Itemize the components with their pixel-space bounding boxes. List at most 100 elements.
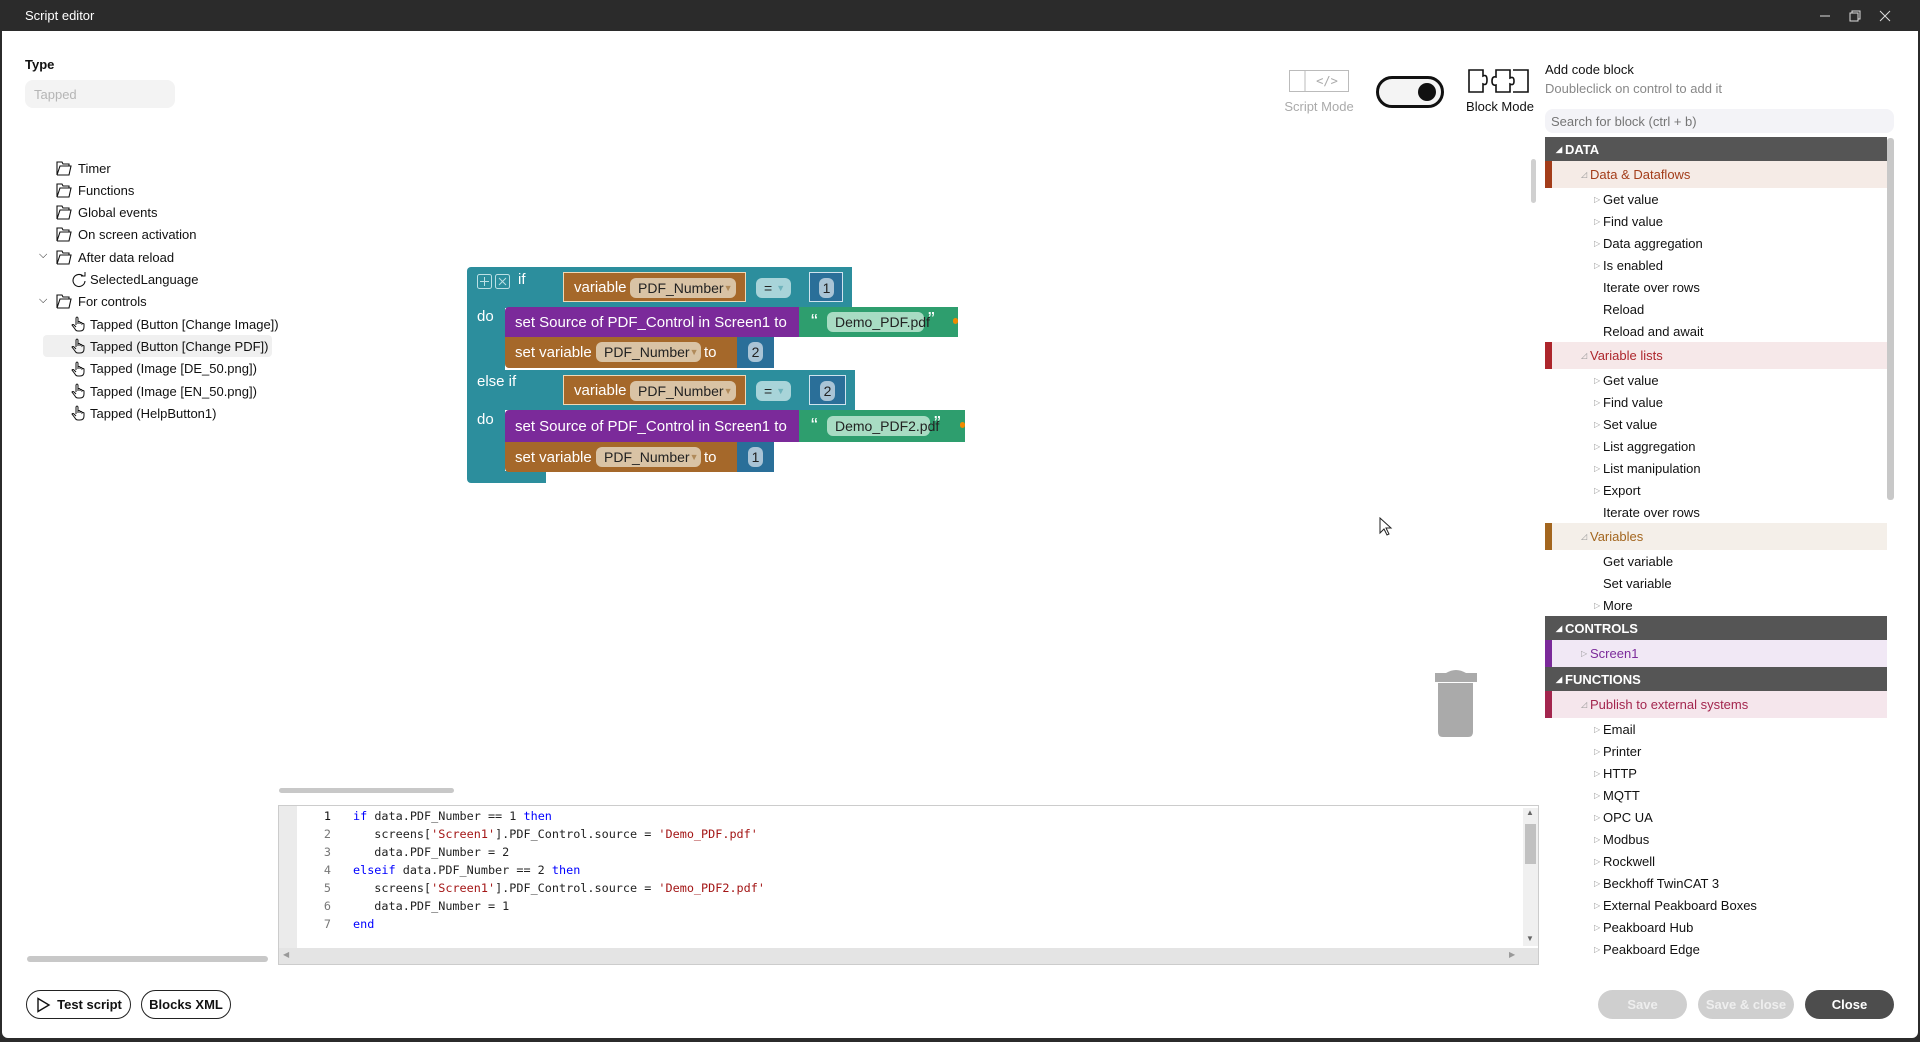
palette-category[interactable]: ◿ Variable lists [1545, 342, 1887, 369]
close-button[interactable]: Close [1805, 990, 1894, 1019]
code-line[interactable]: 4 elseif data.PDF_Number == 2 then [295, 861, 1515, 879]
palette-item[interactable]: Iterate over rows [1545, 501, 1887, 523]
palette-category[interactable]: ◿ Data & Dataflows [1545, 161, 1887, 188]
code-line[interactable]: 7 end [295, 915, 1515, 933]
close-window-button[interactable] [1870, 0, 1900, 31]
tree-item[interactable]: Tapped (Image [EN_50.png]) [71, 380, 257, 402]
palette-item[interactable]: ▷ Printer [1545, 740, 1887, 762]
number-value[interactable]: 1 [748, 447, 763, 467]
palette-item[interactable]: ▷ Find value [1545, 210, 1887, 232]
scroll-right-icon[interactable]: ▶ [1509, 950, 1515, 959]
variable-dropdown[interactable]: PDF_Number ▼ [630, 278, 736, 298]
operator-dropdown[interactable]: = ▼ [756, 278, 791, 298]
palette-item[interactable]: Reload [1545, 298, 1887, 320]
set-source-block[interactable]: set Source of PDF_Control in Screen1 to [505, 410, 799, 442]
palette-item[interactable]: ▷ MQTT [1545, 784, 1887, 806]
editor-horizontal-scrollbar[interactable]: ◀ ▶ [279, 948, 1538, 964]
palette-item[interactable]: Iterate over rows [1545, 276, 1887, 298]
tree-item[interactable]: After data reload [56, 246, 174, 268]
tree-item[interactable]: For controls [56, 291, 147, 313]
block-search-input[interactable] [1545, 109, 1894, 133]
text-value[interactable]: Demo_PDF.pdf [827, 312, 930, 332]
canvas-horizontal-scrollbar[interactable] [279, 788, 454, 793]
scroll-thumb[interactable] [1525, 824, 1536, 864]
palette-item[interactable]: ▷ Peakboard Edge [1545, 938, 1887, 960]
text-value[interactable]: Demo_PDF2.pdf [827, 416, 939, 436]
chevron-down-icon[interactable]: ⌵ [39, 249, 47, 262]
blocks-xml-button[interactable]: Blocks XML [141, 990, 231, 1019]
palette-item[interactable]: ▷ OPC UA [1545, 806, 1887, 828]
variable-dropdown[interactable]: PDF_Number ▼ [596, 342, 701, 362]
palette-item[interactable]: ▷ Is enabled [1545, 254, 1887, 276]
palette-item[interactable]: ▷ HTTP [1545, 762, 1887, 784]
scroll-left-icon[interactable]: ◀ [283, 950, 289, 959]
palette-section[interactable]: ◢ CONTROLS [1545, 616, 1887, 640]
palette-item[interactable]: ▷ External Peakboard Boxes [1545, 894, 1887, 916]
code-line[interactable]: 5 screens['Screen1'].PDF_Control.source … [295, 879, 1515, 897]
palette-item[interactable]: ▷ Beckhoff TwinCAT 3 [1545, 872, 1887, 894]
set-source-block[interactable]: set Source of PDF_Control in Screen1 to [505, 307, 799, 337]
number-value[interactable]: 2 [820, 381, 835, 401]
script-mode-icon[interactable]: </> [1289, 70, 1349, 92]
mutator-icons[interactable] [477, 274, 511, 290]
save-and-close-button[interactable]: Save & close [1698, 990, 1794, 1019]
palette-item[interactable]: ▷ Get value [1545, 369, 1887, 391]
tree-item[interactable]: Global events [56, 202, 158, 224]
tree-item[interactable]: Timer [56, 157, 111, 179]
restore-button[interactable] [1840, 0, 1870, 31]
editor-vertical-scrollbar[interactable]: ▲ ▼ [1523, 808, 1538, 946]
canvas-vertical-scrollbar[interactable] [1531, 159, 1536, 203]
operator-dropdown[interactable]: = ▼ [756, 381, 791, 401]
palette-item[interactable]: ▷ List manipulation [1545, 457, 1887, 479]
palette-section[interactable]: ◢ DATA [1545, 137, 1887, 161]
code-line[interactable]: 6 data.PDF_Number = 1 [295, 897, 1515, 915]
code-line[interactable]: 1 if data.PDF_Number == 1 then [295, 807, 1515, 825]
palette-item[interactable]: ▷ Get value [1545, 188, 1887, 210]
number-value[interactable]: 1 [819, 278, 834, 298]
scroll-up-icon[interactable]: ▲ [1526, 808, 1534, 817]
number-value[interactable]: 2 [748, 342, 763, 362]
palette-scrollbar[interactable] [1887, 138, 1894, 500]
palette-item[interactable]: ▷ Modbus [1545, 828, 1887, 850]
palette-item[interactable]: ▷ List aggregation [1545, 435, 1887, 457]
mode-toggle[interactable] [1376, 76, 1444, 108]
tree-item[interactable]: Tapped (Button [Change PDF]) [43, 335, 272, 358]
tree-item[interactable]: On screen activation [56, 224, 197, 246]
palette-item[interactable]: ▷ Peakboard Hub [1545, 916, 1887, 938]
scroll-down-icon[interactable]: ▼ [1526, 934, 1534, 943]
minimize-button[interactable] [1810, 0, 1840, 31]
code-editor[interactable]: 1 if data.PDF_Number == 1 then 2 screens['… [278, 805, 1539, 965]
palette-item[interactable]: ▷ Export [1545, 479, 1887, 501]
palette-item[interactable]: ▷ Find value [1545, 391, 1887, 413]
test-script-button[interactable]: Test script [26, 990, 131, 1019]
palette-section[interactable]: ◢ FUNCTIONS [1545, 667, 1887, 691]
tree-horizontal-scrollbar[interactable] [27, 956, 268, 962]
type-field[interactable] [25, 80, 175, 108]
code-line[interactable]: 3 data.PDF_Number = 2 [295, 843, 1515, 861]
palette-item[interactable]: Get variable [1545, 550, 1887, 572]
trash-icon[interactable] [1433, 670, 1479, 738]
palette-label: Rockwell [1603, 853, 1656, 869]
tree-item[interactable]: SelectedLanguage [71, 269, 198, 291]
tree-item[interactable]: Functions [56, 179, 134, 201]
tree-item[interactable]: Tapped (Image [DE_50.png]) [71, 358, 257, 380]
palette-item[interactable]: ▷ Email [1545, 718, 1887, 740]
palette-item[interactable]: ▷ Rockwell [1545, 850, 1887, 872]
tree-item[interactable]: Tapped (HelpButton1) [71, 402, 216, 424]
save-button[interactable]: Save [1598, 990, 1687, 1019]
palette-item[interactable]: ▷ More [1545, 594, 1887, 616]
palette-category[interactable]: ◿ Publish to external systems [1545, 691, 1887, 718]
palette-item[interactable]: ▷ Data aggregation [1545, 232, 1887, 254]
tree-item[interactable]: Tapped (Button [Change Image]) [71, 313, 279, 335]
connector-dot [960, 422, 965, 428]
palette-item[interactable]: Reload and await [1545, 320, 1887, 342]
palette-item[interactable]: Set variable [1545, 572, 1887, 594]
block-mode-icon[interactable] [1468, 68, 1530, 94]
chevron-down-icon[interactable]: ⌵ [39, 294, 47, 307]
variable-dropdown[interactable]: PDF_Number ▼ [630, 381, 736, 401]
palette-category[interactable]: ◿ Variables [1545, 523, 1887, 550]
code-line[interactable]: 2 screens['Screen1'].PDF_Control.source … [295, 825, 1515, 843]
variable-dropdown[interactable]: PDF_Number ▼ [596, 447, 701, 467]
palette-item[interactable]: ▷ Set value [1545, 413, 1887, 435]
palette-category[interactable]: ▷ Screen1 [1545, 640, 1887, 667]
